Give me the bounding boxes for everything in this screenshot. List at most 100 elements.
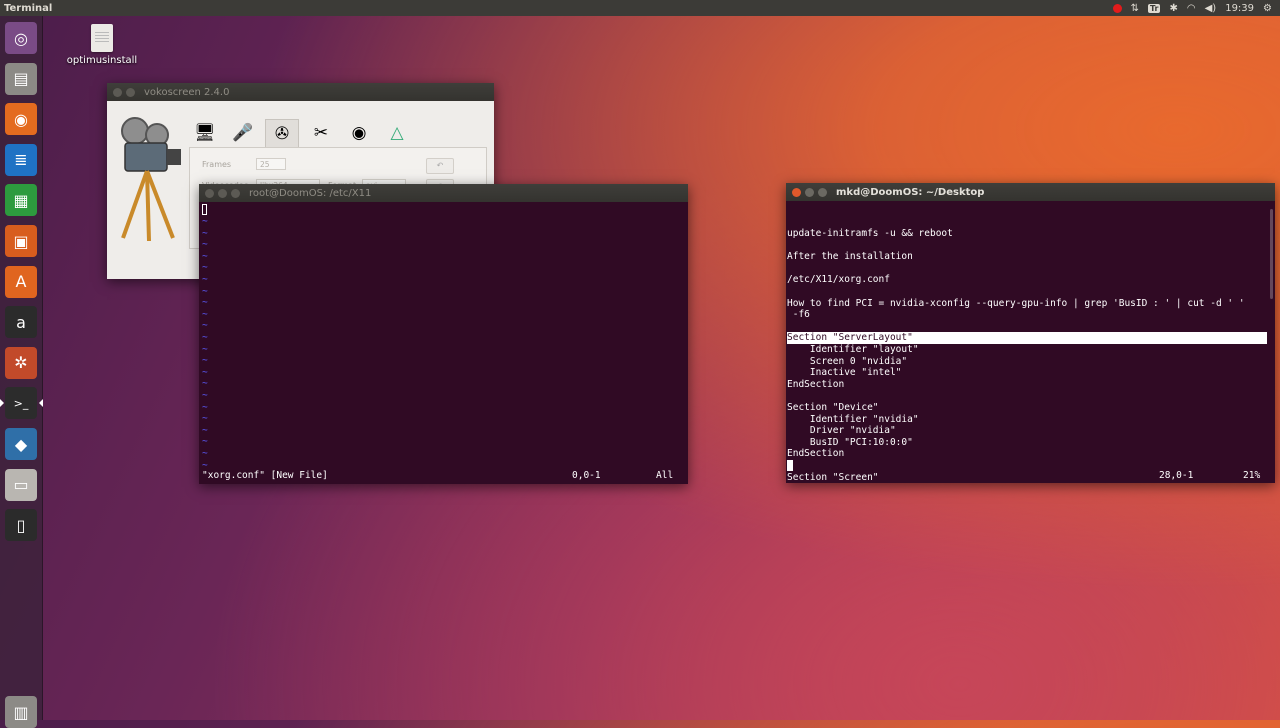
- terminal-line: After the installation: [787, 251, 913, 263]
- maximize-button[interactable]: [231, 189, 240, 198]
- amazon-icon[interactable]: a: [5, 306, 37, 339]
- terminal-line: EndSection: [787, 448, 845, 460]
- empty-line-tilde: ~: [202, 459, 208, 471]
- close-button[interactable]: [113, 88, 122, 97]
- empty-line-tilde: ~: [202, 285, 208, 297]
- desktop-file-label: optimusinstall: [66, 55, 138, 66]
- microphone-tab-icon[interactable]: 🎤: [227, 119, 259, 147]
- terminal-line: Section "ServerLayout": [787, 332, 1267, 344]
- bluetooth-icon[interactable]: ✱: [1169, 3, 1177, 14]
- empty-line-tilde: ~: [202, 401, 208, 413]
- movie-camera-logo-icon: [121, 117, 181, 242]
- minimize-button[interactable]: [126, 88, 135, 97]
- vim-status-position: 28,0-1: [1159, 470, 1194, 481]
- vim-terminal-window: root@DoomOS: /etc/X11 "xorg.conf" [New F…: [199, 184, 688, 484]
- desktop-terminal-content[interactable]: 28,0-1 21% update-initramfs -u && reboot…: [786, 201, 1275, 483]
- vim-status-file: "xorg.conf" [New File]: [202, 470, 328, 481]
- vim-status-scroll: 21%: [1243, 470, 1261, 481]
- desktop-terminal-titlebar[interactable]: mkd@DoomOS: ~/Desktop: [786, 183, 1275, 201]
- ubuntu-dash-icon[interactable]: ◎: [5, 22, 37, 54]
- frames-reset-button[interactable]: ↶: [426, 158, 454, 174]
- terminal-line: -f6: [787, 309, 810, 321]
- window-title: root@DoomOS: /etc/X11: [249, 187, 372, 199]
- files-icon[interactable]: ▤: [5, 62, 37, 95]
- close-button[interactable]: [205, 189, 214, 198]
- power-gear-icon[interactable]: ⚙: [1263, 3, 1272, 14]
- empty-line-tilde: ~: [202, 274, 208, 285]
- desktop-file-optimusinstall[interactable]: optimusinstall: [66, 24, 138, 66]
- empty-line-tilde: ~: [202, 390, 208, 401]
- about-tab-icon[interactable]: △: [381, 119, 413, 147]
- vokoscreen-tabbar: 🖥 🎤 ✇ ✂ ◉ △: [189, 119, 413, 148]
- wifi-icon[interactable]: ◠: [1187, 3, 1196, 14]
- vim-status-line: "xorg.conf" [New File] 0,0-1 All: [202, 470, 678, 482]
- terminal-line: Identifier "nvidia": [787, 413, 919, 425]
- terminal-line: Section "Screen": [787, 471, 879, 483]
- trash-icon[interactable]: ▥: [5, 696, 37, 728]
- volume-icon[interactable]: ◀): [1205, 3, 1217, 14]
- top-panel: Terminal ⇅ Tr ✱ ◠ ◀) 19:39 ⚙: [0, 0, 1280, 16]
- terminal-icon[interactable]: >_: [0, 387, 43, 420]
- text-cursor: [787, 460, 793, 471]
- terminal-line: /etc/X11/xorg.conf: [787, 274, 890, 286]
- minimize-button[interactable]: [218, 189, 227, 198]
- frames-label: Frames: [202, 160, 232, 169]
- terminal-line: Section "Device": [787, 402, 879, 413]
- close-button[interactable]: [792, 188, 801, 197]
- terminal-line: Screen 0 "nvidia": [787, 355, 908, 367]
- phone-icon[interactable]: ▯: [5, 509, 37, 542]
- vokoscreen-icon[interactable]: ◆: [5, 428, 37, 460]
- writer-icon[interactable]: ≣: [5, 143, 37, 176]
- empty-line-tilde: ~: [202, 413, 208, 425]
- vokoscreen-titlebar[interactable]: vokoscreen 2.4.0: [107, 83, 494, 101]
- impress-icon[interactable]: ▣: [5, 225, 37, 257]
- network-transfer-icon[interactable]: ⇅: [1131, 3, 1139, 14]
- webcam-tab-icon[interactable]: ◉: [343, 119, 375, 147]
- tools-tab-icon[interactable]: ✂: [305, 119, 337, 147]
- empty-line-tilde: ~: [202, 343, 208, 355]
- text-file-icon: [91, 24, 113, 52]
- scrollbar[interactable]: [1270, 209, 1273, 299]
- empty-line-tilde: ~: [202, 448, 208, 459]
- empty-line-tilde: ~: [202, 378, 208, 390]
- vim-terminal-content[interactable]: "xorg.conf" [New File] 0,0-1 All ~ ~ ~ ~ ~ ~ ~…: [199, 202, 688, 484]
- empty-line-tilde: ~: [202, 227, 208, 239]
- keyboard-layout-indicator[interactable]: Tr: [1147, 3, 1161, 13]
- text-cursor: [202, 204, 207, 215]
- system-tray: ⇅ Tr ✱ ◠ ◀) 19:39 ⚙: [1112, 0, 1272, 16]
- software-center-icon[interactable]: A: [5, 265, 37, 298]
- empty-line-tilde: ~: [202, 308, 208, 320]
- empty-line-tilde: ~: [202, 262, 208, 274]
- vim-status-position: 0,0-1: [572, 470, 601, 481]
- settings-icon[interactable]: ✲: [5, 346, 37, 379]
- maximize-button[interactable]: [818, 188, 827, 197]
- screen-tab-icon[interactable]: 🖥: [189, 119, 221, 147]
- empty-line-tilde: ~: [202, 332, 208, 343]
- frames-spinbox[interactable]: 25: [256, 158, 286, 170]
- empty-line-tilde: ~: [202, 436, 208, 448]
- empty-line-tilde: ~: [202, 355, 208, 367]
- terminal-line: Driver "nvidia": [787, 425, 896, 437]
- film-reel-tab-icon[interactable]: ✇: [265, 119, 299, 148]
- terminal-line: Inactive "intel": [787, 367, 902, 379]
- window-title: vokoscreen 2.4.0: [144, 86, 230, 98]
- terminal-line: update-initramfs -u && reboot: [787, 228, 953, 239]
- empty-line-tilde: ~: [202, 424, 208, 436]
- drive-icon[interactable]: ▭: [5, 468, 37, 501]
- recording-indicator-icon[interactable]: [1112, 3, 1122, 13]
- empty-line-tilde: ~: [202, 239, 208, 251]
- empty-line-tilde: ~: [202, 366, 208, 378]
- minimize-button[interactable]: [805, 188, 814, 197]
- terminal-line: How to find PCI = nvidia-xconfig --query…: [787, 297, 1245, 309]
- firefox-icon[interactable]: ◉: [5, 103, 37, 136]
- clock[interactable]: 19:39: [1225, 3, 1254, 14]
- empty-line-tilde: ~: [202, 250, 208, 262]
- terminal-line: BusID "PCI:10:0:0": [787, 436, 913, 448]
- empty-line-tilde: ~: [202, 320, 208, 332]
- vim-terminal-titlebar[interactable]: root@DoomOS: /etc/X11: [199, 184, 688, 202]
- active-app-title: Terminal: [4, 2, 53, 14]
- terminal-line: Identifier "layout": [787, 344, 919, 355]
- calc-icon[interactable]: ▦: [5, 184, 37, 217]
- vim-status-scroll: All: [656, 470, 674, 481]
- terminal-line: EndSection: [787, 378, 845, 390]
